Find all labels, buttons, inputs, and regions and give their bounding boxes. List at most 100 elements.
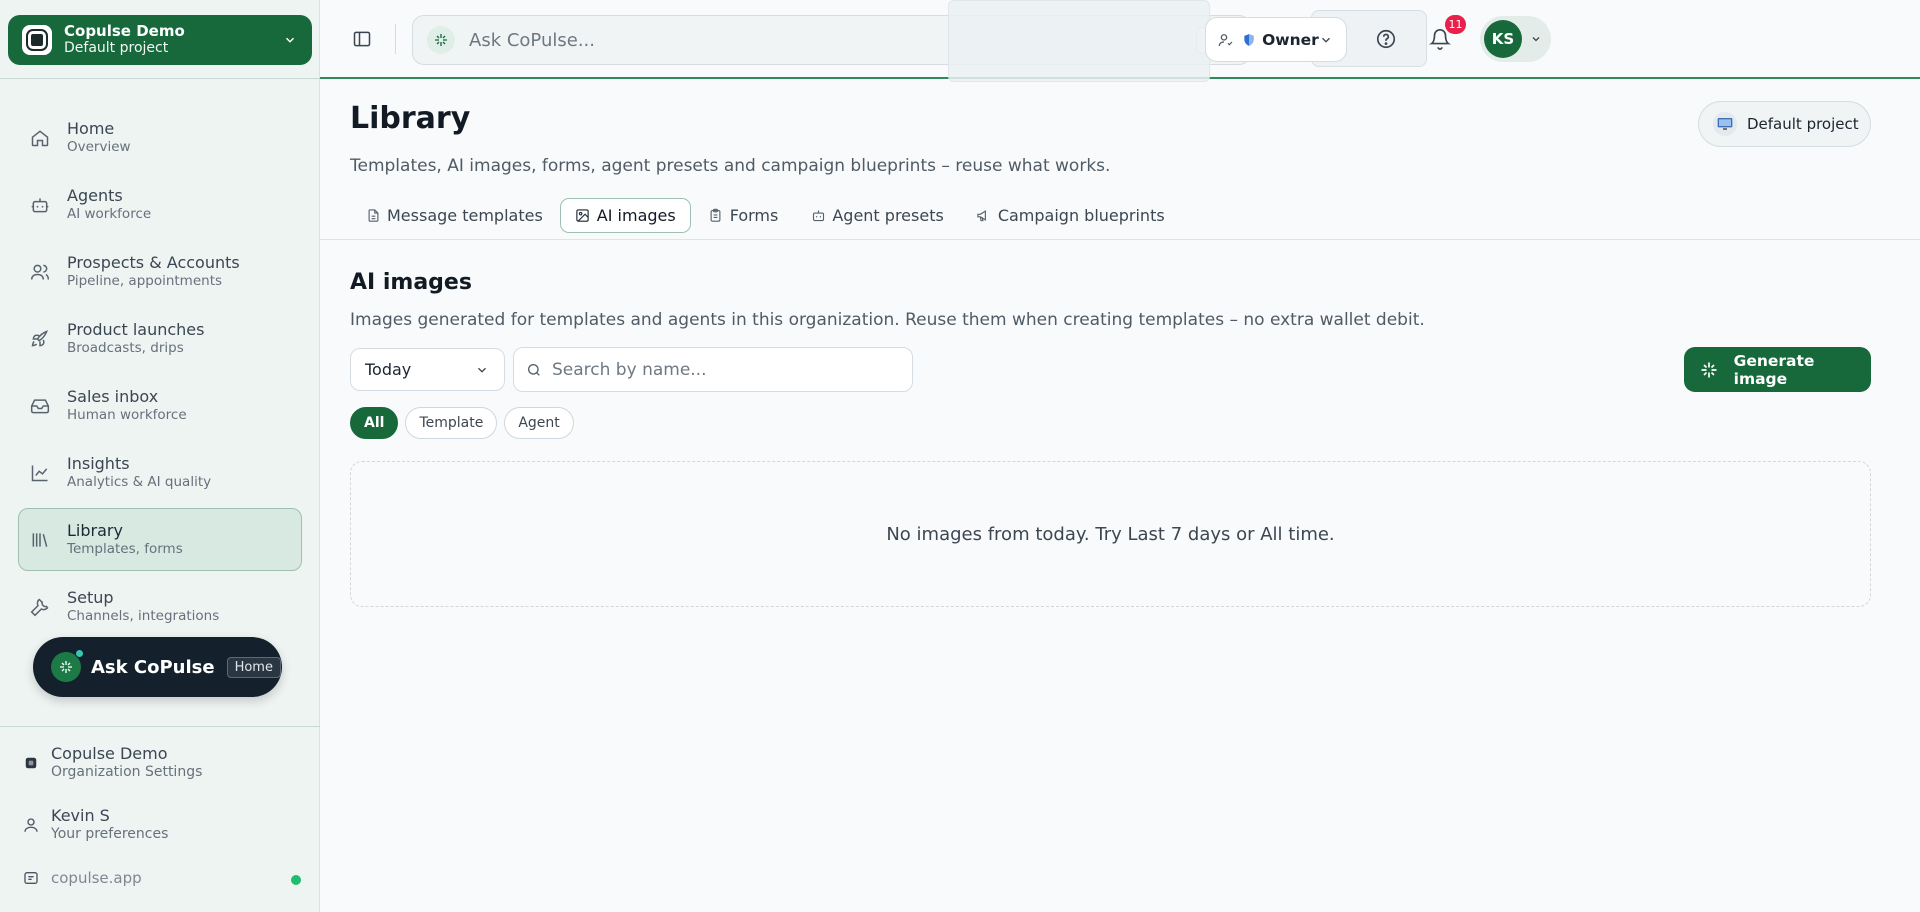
nav-label: Home <box>67 118 115 138</box>
context-badge: Home <box>226 656 281 678</box>
tab-ai-images[interactable]: AI images <box>559 198 691 233</box>
nav-item-insights[interactable]: Insights Analytics & AI quality <box>18 441 302 504</box>
tab-label: Forms <box>729 206 779 225</box>
nav-sub: Overview <box>67 138 131 155</box>
nav-item-home[interactable]: Home Overview <box>18 106 302 169</box>
nav-label: Sales inbox <box>67 386 159 406</box>
org-settings-title: Copulse Demo <box>51 744 168 763</box>
library-icon <box>29 529 51 551</box>
nav-label: Setup <box>67 587 114 607</box>
chart-icon <box>29 462 51 484</box>
nav-sub: Broadcasts, drips <box>67 339 184 356</box>
chip-all[interactable]: All <box>350 407 399 439</box>
project-selector-button[interactable]: Default project <box>1698 101 1871 147</box>
nav-label: Product launches <box>67 319 205 339</box>
chevron-down-icon <box>474 362 490 378</box>
page-description: Templates, AI images, forms, agent prese… <box>350 156 1111 176</box>
domain-text: copulse.app <box>51 869 142 887</box>
org-project: Default project <box>64 40 169 56</box>
tab-label: Agent presets <box>832 206 944 225</box>
chip-template[interactable]: Template <box>405 407 498 439</box>
section-description: Images generated for templates and agent… <box>350 310 1425 330</box>
empty-state: No images from today. Try Last 7 days or… <box>350 461 1871 607</box>
notification-count-badge: 11 <box>1445 15 1466 34</box>
nav-sub: Templates, forms <box>67 540 183 557</box>
app-icon <box>22 869 40 887</box>
nav-item-prospects[interactable]: Prospects & Accounts Pipeline, appointme… <box>18 240 302 303</box>
toolbar-divider <box>395 24 396 54</box>
ask-copulse-floating-button[interactable]: Ask CoPulse Home <box>33 637 282 697</box>
sidebar-bottom-divider <box>0 726 320 727</box>
nav-item-agents[interactable]: Agents AI workforce <box>18 173 302 236</box>
org-switcher[interactable]: Copulse Demo Default project <box>8 15 312 65</box>
chevron-down-icon <box>1319 32 1334 48</box>
help-icon[interactable] <box>1373 26 1399 52</box>
nav-sub: Analytics & AI quality <box>67 473 212 490</box>
user-name: Kevin S <box>51 806 110 825</box>
user-icon <box>22 816 40 834</box>
nav-label: Prospects & Accounts <box>67 252 240 272</box>
clipboard-icon <box>708 208 724 224</box>
section-title: AI images <box>350 270 472 295</box>
file-icon <box>365 208 381 224</box>
org-settings-link[interactable]: Copulse Demo Organization Settings <box>22 745 202 781</box>
chevron-down-icon <box>282 32 298 48</box>
bot-icon <box>810 208 826 224</box>
tab-forms[interactable]: Forms <box>693 198 794 233</box>
nav-item-product-launches[interactable]: Product launches Broadcasts, drips <box>18 307 302 370</box>
user-menu[interactable]: KS <box>1480 16 1551 62</box>
nav-sub: Human workforce <box>67 406 187 423</box>
user-preferences-link[interactable]: Kevin S Your preferences <box>22 807 168 843</box>
online-dot <box>75 649 84 658</box>
nav-label: Library <box>67 520 123 540</box>
generate-image-button[interactable]: Generate image <box>1684 347 1871 392</box>
empty-state-message: No images from today. Try Last 7 days or… <box>886 523 1335 545</box>
nav-item-setup[interactable]: Setup Channels, integrations <box>18 575 302 638</box>
nav-label: Agents <box>67 185 123 205</box>
nav-label: Insights <box>67 453 130 473</box>
sidebar-toggle-icon[interactable] <box>350 27 374 51</box>
domain-link[interactable]: copulse.app <box>22 869 142 887</box>
page-title: Library <box>350 101 471 136</box>
sparkle-icon <box>51 649 84 682</box>
tab-label: Campaign blueprints <box>997 206 1165 225</box>
nav-sub: Channels, integrations <box>67 607 220 624</box>
role-selector[interactable]: Owner <box>1205 17 1347 62</box>
project-button-label: Default project <box>1747 115 1859 133</box>
org-icon <box>22 754 40 772</box>
tab-label: AI images <box>596 206 676 225</box>
source-filter-chips: All Template Agent <box>350 407 581 439</box>
megaphone-icon <box>976 208 992 224</box>
image-search <box>513 347 913 392</box>
rocket-icon <box>29 328 51 350</box>
tab-campaign-blueprints[interactable]: Campaign blueprints <box>961 198 1180 233</box>
library-tabs: Message templates AI images Forms Agent … <box>350 198 1182 233</box>
sparkle-icon <box>1698 359 1720 381</box>
image-icon <box>575 208 591 224</box>
date-filter-value: Today <box>365 360 412 379</box>
org-logo <box>22 25 52 55</box>
org-name: Copulse Demo <box>64 22 185 40</box>
avatar: KS <box>1484 20 1522 58</box>
nav-sub: Pipeline, appointments <box>67 272 223 289</box>
tabs-divider <box>320 239 1920 240</box>
nav-item-library[interactable]: Library Templates, forms <box>18 508 302 571</box>
role-label: Owner <box>1262 30 1319 49</box>
wrench-icon <box>29 596 51 618</box>
search-input[interactable] <box>552 359 892 380</box>
loading-overlay <box>948 0 1210 82</box>
nav-item-sales-inbox[interactable]: Sales inbox Human workforce <box>18 374 302 437</box>
tab-message-templates[interactable]: Message templates <box>350 198 558 233</box>
chevron-down-icon <box>1528 31 1544 47</box>
shield-icon <box>1242 32 1256 48</box>
nav-sub: AI workforce <box>67 205 152 222</box>
bot-icon <box>29 194 51 216</box>
inbox-icon <box>29 395 51 417</box>
chip-agent[interactable]: Agent <box>504 407 574 439</box>
org-settings-sub: Organization Settings <box>51 764 203 780</box>
date-filter-select[interactable]: Today <box>350 348 505 391</box>
user-role-icon <box>1217 31 1234 49</box>
ask-float-label: Ask CoPulse <box>91 656 215 678</box>
search-icon <box>526 362 542 378</box>
tab-agent-presets[interactable]: Agent presets <box>795 198 958 233</box>
